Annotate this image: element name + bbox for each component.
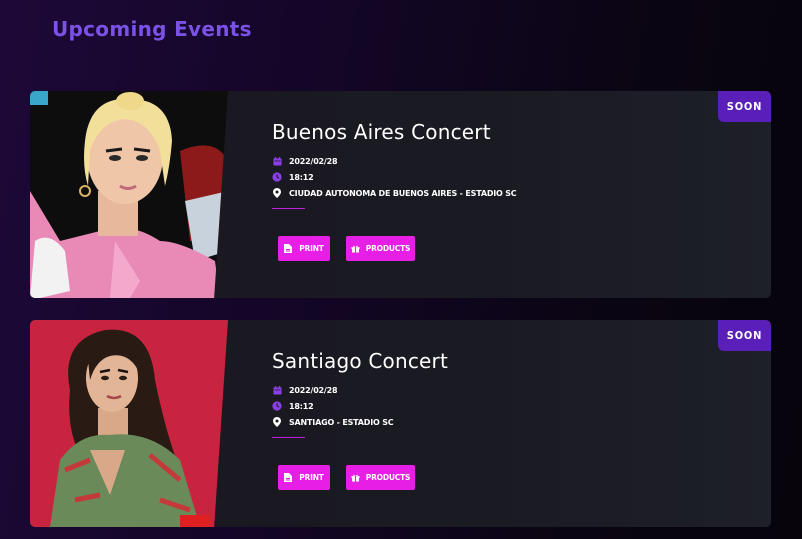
event-time: 18:12	[289, 172, 314, 182]
status-badge: SOON	[718, 320, 771, 351]
event-card: SOON Santiago Concert 2022/02/28 18:12 S…	[30, 320, 771, 527]
clock-icon	[272, 172, 282, 182]
divider	[272, 208, 305, 209]
map-pin-icon	[272, 417, 282, 427]
event-date: 2022/02/28	[289, 156, 338, 166]
gift-icon	[351, 244, 360, 253]
event-card: SOON Buenos Aires Concert 2022/02/28 18:…	[30, 91, 771, 298]
event-time: 18:12	[289, 401, 314, 411]
event-location-row: CIUDAD AUTONOMA DE BUENOS AIRES - ESTADI…	[272, 187, 517, 199]
products-button[interactable]: PRODUCTS	[346, 465, 415, 490]
event-location-row: SANTIAGO - ESTADIO SC	[272, 416, 394, 428]
gift-icon	[351, 473, 360, 482]
print-button-label: PRINT	[299, 473, 324, 482]
event-photo	[30, 320, 228, 527]
products-button[interactable]: PRODUCTS	[346, 236, 415, 261]
event-date-row: 2022/02/28	[272, 155, 338, 167]
divider	[272, 437, 305, 438]
calendar-icon	[272, 156, 282, 166]
event-time-row: 18:12	[272, 400, 314, 412]
event-date-row: 2022/02/28	[272, 384, 338, 396]
calendar-icon	[272, 385, 282, 395]
event-date: 2022/02/28	[289, 385, 338, 395]
file-icon	[284, 473, 293, 482]
status-badge: SOON	[718, 91, 771, 122]
print-button[interactable]: PRINT	[278, 465, 330, 490]
file-icon	[284, 244, 293, 253]
page-title: Upcoming Events	[52, 17, 252, 41]
clock-icon	[272, 401, 282, 411]
map-pin-icon	[272, 188, 282, 198]
event-title: Santiago Concert	[272, 349, 449, 373]
print-button[interactable]: PRINT	[278, 236, 330, 261]
products-button-label: PRODUCTS	[365, 473, 411, 482]
products-button-label: PRODUCTS	[365, 244, 411, 253]
print-button-label: PRINT	[299, 244, 324, 253]
event-location: SANTIAGO - ESTADIO SC	[289, 417, 394, 427]
event-title: Buenos Aires Concert	[272, 120, 491, 144]
event-photo	[30, 91, 228, 298]
event-location: CIUDAD AUTONOMA DE BUENOS AIRES - ESTADI…	[289, 188, 517, 198]
event-time-row: 18:12	[272, 171, 314, 183]
